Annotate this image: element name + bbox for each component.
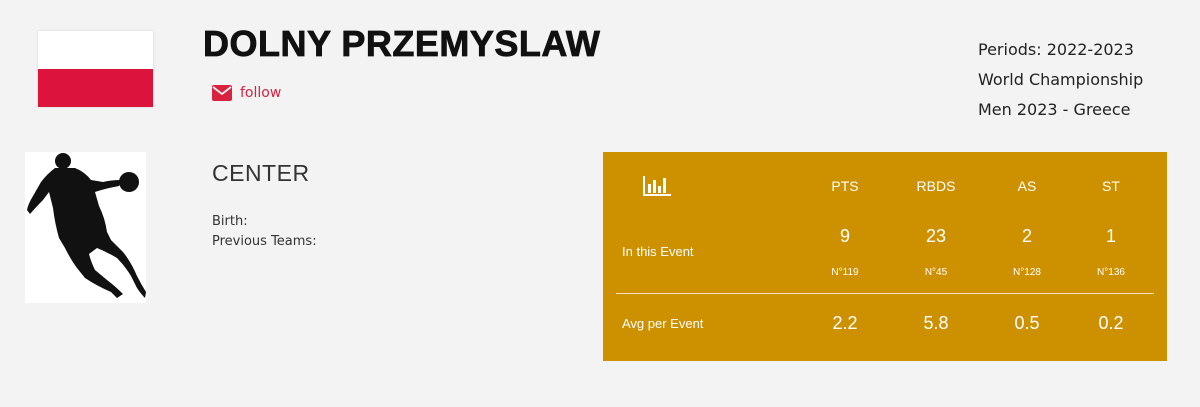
event-value-as: 2	[1021, 226, 1032, 246]
event-periods: Periods: 2022-2023	[978, 40, 1134, 59]
player-position: CENTER	[212, 160, 310, 186]
stats-panel: PTS RBDS AS ST In this Event 9 23 2 1 N°…	[603, 152, 1167, 361]
column-header-as: AS	[1017, 178, 1037, 194]
event-rank-as: N°128	[1013, 267, 1041, 278]
event-value-st: 1	[1105, 226, 1116, 246]
flag-red-band	[38, 69, 153, 107]
event-competition: World Championship	[978, 70, 1144, 89]
player-bio: Birth: Previous Teams:	[212, 212, 317, 252]
avg-value-as: 0.5	[1014, 313, 1040, 333]
column-header-pts: PTS	[831, 178, 859, 194]
previous-teams-label: Previous Teams:	[212, 234, 317, 249]
avg-value-pts: 2.2	[832, 313, 858, 333]
player-name: DOLNY PRZEMYSLAW	[203, 23, 601, 65]
envelope-icon	[212, 85, 232, 101]
row-label-avg: Avg per Event	[622, 316, 704, 331]
event-value-pts: 9	[839, 226, 850, 246]
follow-label: follow	[240, 85, 282, 101]
avg-value-st: 0.2	[1098, 313, 1124, 333]
event-rank-pts: N°119	[831, 267, 859, 278]
avg-value-rbds: 5.8	[923, 313, 949, 333]
event-value-rbds: 23	[925, 226, 947, 246]
bar-chart-icon[interactable]	[643, 174, 671, 196]
event-info: Periods: 2022-2023 World Championship Me…	[978, 35, 1143, 125]
event-edition: Men 2023 - Greece	[978, 100, 1131, 119]
stats-divider	[616, 293, 1154, 294]
basketball-player-icon	[27, 153, 146, 298]
column-header-rbds: RBDS	[916, 178, 956, 194]
player-silhouette-image	[25, 152, 146, 303]
event-rank-rbds: N°45	[924, 267, 948, 278]
column-header-st: ST	[1102, 178, 1120, 194]
birth-label: Birth:	[212, 214, 248, 229]
row-label-in-event: In this Event	[622, 244, 694, 259]
follow-button[interactable]: follow	[212, 85, 281, 101]
country-flag	[38, 31, 153, 107]
event-rank-st: N°136	[1097, 267, 1125, 278]
flag-white-band	[38, 31, 153, 69]
